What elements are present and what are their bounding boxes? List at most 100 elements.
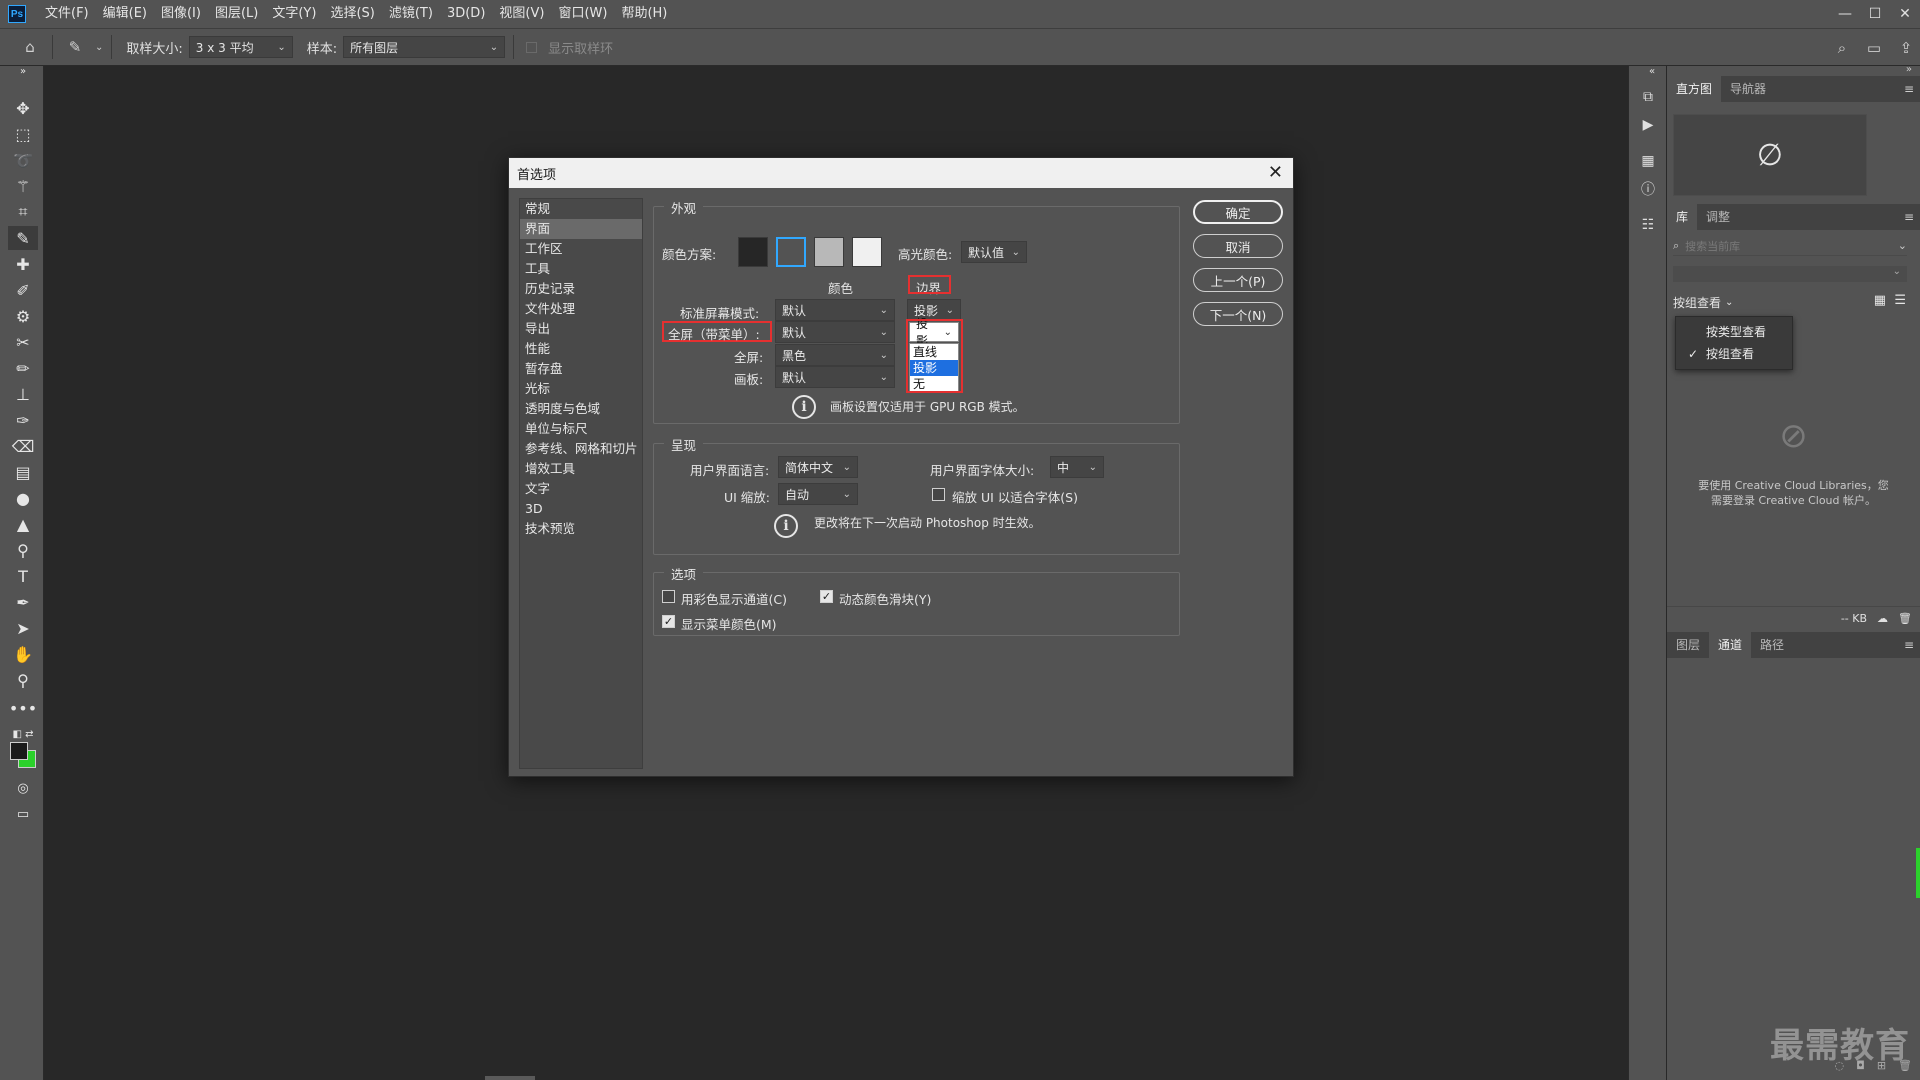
nav-technology-previews[interactable]: 技术预览 xyxy=(520,519,642,539)
panel-menu-icon[interactable]: ≡ xyxy=(1904,82,1914,96)
history-brush-tool-icon[interactable]: ✂ xyxy=(8,330,38,354)
type-tool-icon[interactable]: T xyxy=(8,564,38,588)
move-tool-icon[interactable]: ✥ xyxy=(8,96,38,120)
art-history-tool-icon[interactable]: ✑ xyxy=(8,408,38,432)
pen-tool-icon[interactable]: ✒ xyxy=(8,590,38,614)
fullscreen-menu-color-select[interactable]: 默认 ⌄ xyxy=(775,321,895,343)
foreground-color-swatch[interactable] xyxy=(10,742,28,760)
nav-file-handling[interactable]: 文件处理 xyxy=(520,299,642,319)
marquee-tool-icon[interactable]: ⬚ xyxy=(8,122,38,146)
magic-wand-tool-icon[interactable]: ⚚ xyxy=(8,174,38,198)
scale-ui-to-font-checkbox[interactable] xyxy=(932,488,945,501)
collapse-panels-icon[interactable]: » xyxy=(1906,64,1912,75)
maximize-button[interactable]: ☐ xyxy=(1860,0,1890,28)
sample-select[interactable]: 所有图层 ⌄ xyxy=(343,36,506,58)
library-select[interactable]: ⌄ xyxy=(1673,266,1907,282)
cancel-button[interactable]: 取消 xyxy=(1193,234,1283,258)
color-scheme-swatch-darkest[interactable] xyxy=(738,237,768,267)
nav-3d[interactable]: 3D xyxy=(520,499,642,519)
eyedropper-tool-icon[interactable]: ✎ xyxy=(8,226,38,250)
panel-menu-icon[interactable]: ≡ xyxy=(1904,638,1914,652)
menu-colors-checkbox[interactable]: ✓ xyxy=(662,615,675,628)
sharpen-tool-icon[interactable]: ▲ xyxy=(8,512,38,536)
nav-transparency-gamut[interactable]: 透明度与色域 xyxy=(520,399,642,419)
nav-workspace[interactable]: 工作区 xyxy=(520,239,642,259)
sample-size-select[interactable]: 3 x 3 平均 ⌄ xyxy=(188,36,293,58)
info-panel-icon[interactable]: ⓘ xyxy=(1637,178,1659,200)
highlight-color-select[interactable]: 默认值 ⌄ xyxy=(961,241,1027,263)
blur-tool-icon[interactable]: ● xyxy=(8,486,38,510)
menu-file[interactable]: 文件(F) xyxy=(38,0,96,28)
tab-histogram[interactable]: 直方图 xyxy=(1667,76,1722,102)
menu-3d[interactable]: 3D(D) xyxy=(440,0,492,28)
workspace-icon[interactable]: ▭ xyxy=(1860,34,1888,62)
crop-tool-icon[interactable]: ⌗ xyxy=(8,200,38,224)
tab-adjustments[interactable]: 调整 xyxy=(1697,204,1739,230)
nav-export[interactable]: 导出 xyxy=(520,319,642,339)
menu-select[interactable]: 选择(S) xyxy=(323,0,381,28)
fullscreen-color-select[interactable]: 黑色 ⌄ xyxy=(775,344,895,366)
zoom-tool-icon[interactable]: ⚲ xyxy=(8,668,38,692)
cloud-sync-icon[interactable]: ☁ xyxy=(1877,612,1888,625)
menu-item-view-by-type[interactable]: 按类型查看 xyxy=(1676,321,1792,343)
tab-paths[interactable]: 路径 xyxy=(1751,632,1793,658)
color-scheme-swatch-light[interactable] xyxy=(814,237,844,267)
artboard-color-select[interactable]: 默认 ⌄ xyxy=(775,366,895,388)
menu-help[interactable]: 帮助(H) xyxy=(614,0,674,28)
screen-mode-icon[interactable]: ▭ xyxy=(8,802,38,826)
ui-language-select[interactable]: 简体中文 ⌄ xyxy=(778,456,858,478)
nav-scratch-disks[interactable]: 暂存盘 xyxy=(520,359,642,379)
search-icon[interactable]: ⌕ xyxy=(1828,34,1856,62)
dynamic-sliders-checkbox[interactable]: ✓ xyxy=(820,590,833,603)
menu-edit[interactable]: 编辑(E) xyxy=(96,0,154,28)
ui-font-size-select[interactable]: 中 ⌄ xyxy=(1050,456,1104,478)
library-search-field[interactable]: ⌕ 搜索当前库 ⌄ xyxy=(1673,236,1907,256)
menu-item-view-by-group[interactable]: ✓ 按组查看 xyxy=(1676,343,1792,365)
menu-layer[interactable]: 图层(L) xyxy=(208,0,265,28)
chevron-down-icon[interactable]: ⌄ xyxy=(95,42,103,53)
trash-icon[interactable]: 🗑 xyxy=(1898,612,1912,625)
eraser-tool-icon[interactable]: ⌫ xyxy=(8,434,38,458)
nav-history[interactable]: 历史记录 xyxy=(520,279,642,299)
properties-panel-icon[interactable]: ▦ xyxy=(1637,150,1659,172)
panel-scrollbar[interactable] xyxy=(1916,848,1920,898)
home-icon[interactable]: ⌂ xyxy=(16,33,44,61)
collapse-toolbar-icon[interactable]: » xyxy=(8,64,38,78)
gradient-tool-icon[interactable]: ▤ xyxy=(8,460,38,484)
tab-channels[interactable]: 通道 xyxy=(1709,632,1752,658)
show-ring-checkbox[interactable] xyxy=(526,41,538,53)
nav-general[interactable]: 常规 xyxy=(520,199,642,219)
actions-panel-icon[interactable]: ▶ xyxy=(1637,114,1659,136)
clone-stamp-tool-icon[interactable]: ⊥ xyxy=(8,382,38,406)
healing-brush-tool-icon[interactable]: ✚ xyxy=(8,252,38,276)
nav-interface[interactable]: 界面 xyxy=(520,219,642,239)
minimize-button[interactable]: — xyxy=(1830,0,1860,28)
grid-view-icon[interactable]: ▦ xyxy=(1874,293,1886,308)
nav-performance[interactable]: 性能 xyxy=(520,339,642,359)
menu-view[interactable]: 视图(V) xyxy=(492,0,551,28)
color-scheme-swatch-dark[interactable] xyxy=(776,237,806,267)
nav-plugins[interactable]: 增效工具 xyxy=(520,459,642,479)
close-window-button[interactable]: ✕ xyxy=(1890,0,1920,28)
color-channels-checkbox[interactable] xyxy=(662,590,675,603)
brush-tool-icon[interactable]: ✐ xyxy=(8,278,38,302)
menu-window[interactable]: 窗口(W) xyxy=(551,0,614,28)
history-panel-icon[interactable]: ⧉ xyxy=(1637,86,1659,108)
ok-button[interactable]: 确定 xyxy=(1193,200,1283,224)
quick-mask-icon[interactable]: ◎ xyxy=(8,776,38,800)
view-by-dropdown[interactable]: 按组查看 ⌄ xyxy=(1673,294,1733,311)
panel-menu-icon[interactable]: ≡ xyxy=(1904,210,1914,224)
dodge-tool-icon[interactable]: ⚲ xyxy=(8,538,38,562)
paint-brush-tool-icon[interactable]: ✏ xyxy=(8,356,38,380)
tab-navigator[interactable]: 导航器 xyxy=(1721,76,1775,102)
share-icon[interactable]: ⇪ xyxy=(1892,34,1920,62)
menu-filter[interactable]: 滤镜(T) xyxy=(382,0,440,28)
eyedropper-icon[interactable]: ✎ xyxy=(61,33,89,61)
ui-scale-select[interactable]: 自动 ⌄ xyxy=(778,483,858,505)
close-icon[interactable]: ✕ xyxy=(1268,162,1283,183)
tab-libraries[interactable]: 库 xyxy=(1667,204,1698,230)
nav-type[interactable]: 文字 xyxy=(520,479,642,499)
list-view-icon[interactable]: ☰ xyxy=(1894,293,1906,308)
nav-units-rulers[interactable]: 单位与标尺 xyxy=(520,419,642,439)
nav-guides-grid-slices[interactable]: 参考线、网格和切片 xyxy=(520,439,642,459)
